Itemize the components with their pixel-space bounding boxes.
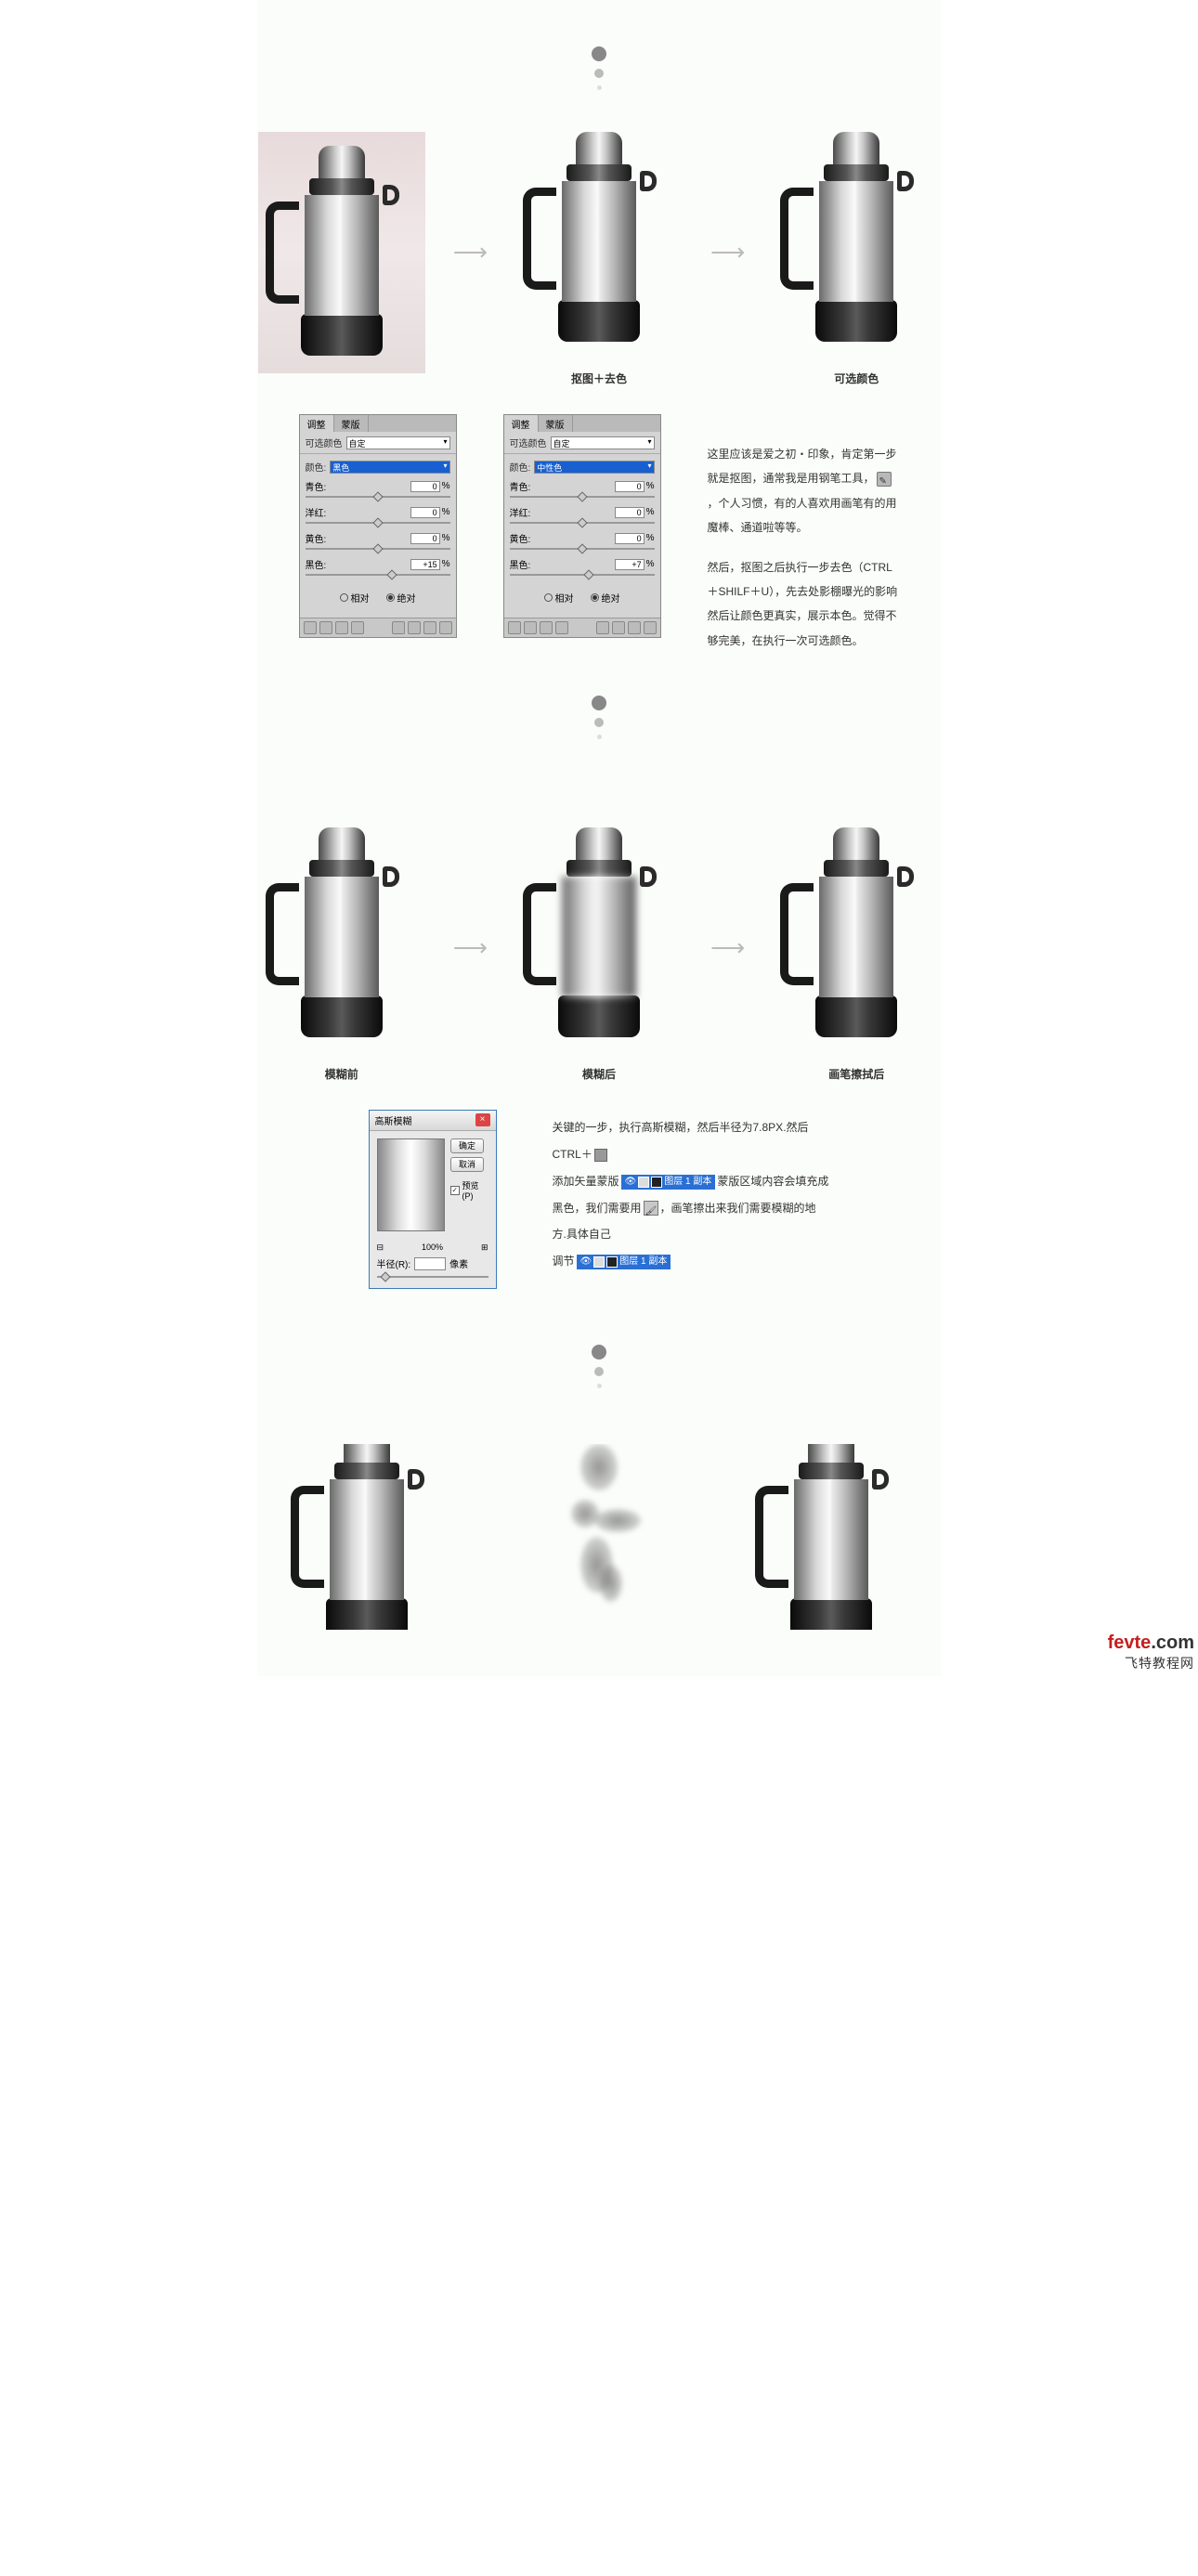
slider-magenta[interactable]: 洋红:%	[510, 505, 655, 524]
color-label: 颜色:	[306, 460, 327, 474]
blur-preview	[377, 1138, 446, 1231]
flask-desaturated	[515, 118, 683, 359]
flask-row-2: 模糊前 ⟶ 模糊后 ⟶ 画笔擦拭后	[257, 813, 942, 1082]
flask-row-3	[257, 1444, 942, 1630]
footer-icon[interactable]	[524, 621, 537, 634]
footer-icon[interactable]	[540, 621, 553, 634]
instruction-text-2: 关键的一步，执行高斯模糊，然后半径为7.8PX.然后CTRL＋ 添加矢量蒙版👁图…	[553, 1110, 830, 1275]
footer-icon[interactable]	[351, 621, 364, 634]
magenta-input[interactable]	[410, 507, 440, 518]
radio-absolute[interactable]: 绝对	[386, 591, 416, 605]
flask-after-blur	[515, 813, 683, 1055]
section-divider-dots	[257, 1345, 942, 1388]
close-icon[interactable]: ×	[475, 1113, 490, 1126]
footer-icon[interactable]	[335, 621, 348, 634]
flask-row-1: ⟶ 抠图＋去色 ⟶	[257, 118, 942, 386]
pen-tool-icon	[877, 472, 892, 487]
footer-icon[interactable]	[628, 621, 641, 634]
mask-icon	[594, 1149, 607, 1162]
arrow-icon: ⟶	[453, 933, 488, 962]
yellow-input[interactable]	[615, 533, 645, 544]
flask-step3-right	[748, 1444, 915, 1630]
black-input[interactable]	[410, 559, 440, 570]
footer-icon[interactable]	[596, 621, 609, 634]
footer-icon[interactable]	[508, 621, 521, 634]
caption-after-blur: 模糊后	[582, 1066, 616, 1082]
zoom-value: 100%	[422, 1242, 443, 1253]
mode-select[interactable]: 自定	[346, 436, 450, 449]
slider-yellow[interactable]: 黄色:%	[306, 531, 450, 550]
radio-absolute[interactable]: 绝对	[591, 591, 620, 605]
radius-unit: 像素	[449, 1256, 468, 1270]
footer-icon[interactable]	[555, 621, 568, 634]
color-label: 颜色:	[510, 460, 531, 474]
footer-icon[interactable]	[304, 621, 317, 634]
flask-selective-color	[773, 118, 940, 359]
gaussian-blur-dialog: 高斯模糊 × 确定 取消 ✓预览(P) ⊟ 100% ⊞ 半径(R):	[369, 1110, 497, 1289]
caption-desaturated: 抠图＋去色	[571, 371, 627, 386]
watermark: fevte.com 飞特教程网	[1108, 1633, 1194, 1672]
arrow-icon: ⟶	[710, 238, 745, 267]
layer-chip: 👁图层 1 副本	[577, 1255, 671, 1269]
slider-magenta[interactable]: 洋红:%	[306, 505, 450, 524]
brush-tool-icon	[644, 1201, 658, 1216]
color-select-black[interactable]: 黑色	[330, 461, 449, 474]
ok-button[interactable]: 确定	[450, 1138, 484, 1153]
color-select-neutral[interactable]: 中性色	[534, 461, 654, 474]
section-divider-dots	[257, 46, 942, 90]
black-input[interactable]	[615, 559, 645, 570]
tab-adjustments[interactable]: 调整	[504, 415, 539, 432]
radius-input[interactable]	[414, 1257, 446, 1270]
panel-title: 可选颜色	[510, 436, 547, 449]
section-divider-dots	[257, 696, 942, 739]
ghost-highlights	[543, 1444, 655, 1611]
selective-color-panel-1: 调整 蒙版 可选颜色 自定 颜色: 黑色 青色:% 洋红:%	[299, 414, 457, 638]
mode-select[interactable]: 自定	[551, 436, 655, 449]
trash-icon[interactable]	[439, 621, 452, 634]
zoom-out-icon[interactable]: ⊟	[377, 1242, 384, 1253]
slider-black[interactable]: 黑色:%	[306, 557, 450, 576]
tab-masks[interactable]: 蒙版	[539, 415, 573, 432]
selective-color-panel-2: 调整 蒙版 可选颜色 自定 颜色: 中性色 青色:% 洋红:%	[503, 414, 661, 638]
slider-black[interactable]: 黑色:%	[510, 557, 655, 576]
footer-icon[interactable]	[423, 621, 436, 634]
tab-adjustments[interactable]: 调整	[300, 415, 334, 432]
instruction-text-1: 这里应该是爱之初・印象，肯定第一步就是抠图，通常我是用钢笔工具，，个人习惯，有的…	[708, 414, 900, 668]
flask-brush-wiped	[773, 813, 940, 1055]
tab-masks[interactable]: 蒙版	[334, 415, 369, 432]
footer-icon[interactable]	[408, 621, 421, 634]
radio-relative[interactable]: 相对	[544, 591, 574, 605]
cancel-button[interactable]: 取消	[450, 1157, 484, 1172]
cyan-input[interactable]	[410, 481, 440, 492]
trash-icon[interactable]	[644, 621, 657, 634]
layer-chip: 👁图层 1 副本	[621, 1175, 716, 1190]
slider-yellow[interactable]: 黄色:%	[510, 531, 655, 550]
radio-relative[interactable]: 相对	[340, 591, 370, 605]
footer-icon[interactable]	[612, 621, 625, 634]
caption-selective-color: 可选颜色	[834, 371, 879, 386]
flask-before-blur	[258, 813, 425, 1055]
magenta-input[interactable]	[615, 507, 645, 518]
cyan-input[interactable]	[615, 481, 645, 492]
arrow-icon: ⟶	[710, 933, 745, 962]
panel-title: 可选颜色	[306, 436, 343, 449]
preview-checkbox[interactable]: ✓预览(P)	[450, 1179, 488, 1201]
yellow-input[interactable]	[410, 533, 440, 544]
panel-footer-icons	[504, 618, 660, 637]
slider-cyan[interactable]: 青色:%	[306, 479, 450, 498]
dialog-title-text: 高斯模糊	[375, 1113, 412, 1127]
caption-brush-wiped: 画笔擦拭后	[828, 1066, 884, 1082]
caption-before-blur: 模糊前	[325, 1066, 358, 1082]
footer-icon[interactable]	[392, 621, 405, 634]
panel-footer-icons	[300, 618, 456, 637]
radius-label: 半径(R):	[377, 1256, 411, 1270]
arrow-icon: ⟶	[453, 238, 488, 267]
zoom-in-icon[interactable]: ⊞	[481, 1242, 488, 1253]
footer-icon[interactable]	[319, 621, 332, 634]
flask-step3-left	[283, 1444, 450, 1630]
flask-original	[258, 132, 425, 373]
slider-cyan[interactable]: 青色:%	[510, 479, 655, 498]
